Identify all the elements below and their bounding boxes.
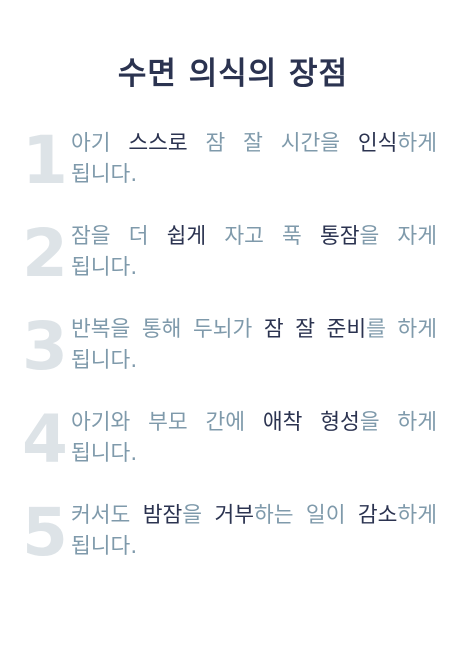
benefit-1-seg-2: 잠 잘 시간을 bbox=[187, 131, 358, 156]
benefit-2-seg-1: 쉽게 bbox=[166, 224, 207, 249]
benefit-number-5: 5 bbox=[22, 494, 68, 571]
benefit-item-3: 3 반복을 통해 두뇌가 잠 잘 준비를 하게 됩니다. bbox=[22, 314, 442, 394]
benefits-page: 수면 의식의 장점 1 아기 스스로 잠 잘 시간을 인식하게 됩니다. 2 잠… bbox=[0, 0, 466, 660]
benefit-4-seg-0: 아기와 부모 간에 bbox=[71, 410, 263, 435]
benefit-5-seg-0: 커서도 bbox=[71, 503, 143, 528]
benefit-item-4: 4 아기와 부모 간에 애착 형성을 하게 됩니다. bbox=[22, 407, 442, 487]
benefit-5-seg-5: 감소 bbox=[357, 503, 398, 528]
benefit-item-2: 2 잠을 더 쉽게 자고 푹 통잠을 자게 됩니다. bbox=[22, 221, 442, 301]
benefit-1-seg-0: 아기 bbox=[71, 131, 129, 156]
page-title: 수면 의식의 장점 bbox=[117, 56, 349, 92]
benefit-5-seg-3: 거부 bbox=[214, 503, 254, 528]
benefit-5-seg-2: 을 bbox=[182, 503, 215, 528]
benefit-text-5: 커서도 밤잠을 거부하는 일이 감소하게 됩니다. bbox=[71, 500, 437, 562]
benefit-item-1: 1 아기 스스로 잠 잘 시간을 인식하게 됩니다. bbox=[22, 128, 442, 208]
benefit-4-seg-1: 애착 형성 bbox=[262, 410, 360, 435]
benefit-1-seg-3: 인식 bbox=[357, 131, 398, 156]
benefit-2-seg-3: 통잠 bbox=[319, 224, 360, 249]
benefit-number-1: 1 bbox=[22, 122, 68, 199]
benefit-2-seg-0: 잠을 더 bbox=[71, 224, 167, 249]
benefit-3-seg-1: 잠 잘 준비 bbox=[263, 317, 367, 342]
benefit-text-1: 아기 스스로 잠 잘 시간을 인식하게 됩니다. bbox=[71, 128, 437, 190]
benefit-3-seg-0: 반복을 통해 두뇌가 bbox=[71, 317, 264, 342]
benefit-text-3: 반복을 통해 두뇌가 잠 잘 준비를 하게 됩니다. bbox=[71, 314, 437, 376]
benefit-5-seg-1: 밤잠 bbox=[142, 503, 183, 528]
benefit-number-4: 4 bbox=[22, 401, 68, 478]
benefit-number-2: 2 bbox=[22, 215, 68, 292]
benefit-item-5: 5 커서도 밤잠을 거부하는 일이 감소하게 됩니다. bbox=[22, 500, 442, 580]
benefit-1-seg-1: 스스로 bbox=[128, 131, 188, 156]
benefit-text-2: 잠을 더 쉽게 자고 푹 통잠을 자게 됩니다. bbox=[71, 221, 437, 283]
benefit-text-4: 아기와 부모 간에 애착 형성을 하게 됩니다. bbox=[71, 407, 437, 469]
benefit-2-seg-2: 자고 푹 bbox=[206, 224, 320, 249]
benefit-5-seg-4: 하는 일이 bbox=[254, 503, 358, 528]
benefit-number-3: 3 bbox=[22, 308, 68, 385]
